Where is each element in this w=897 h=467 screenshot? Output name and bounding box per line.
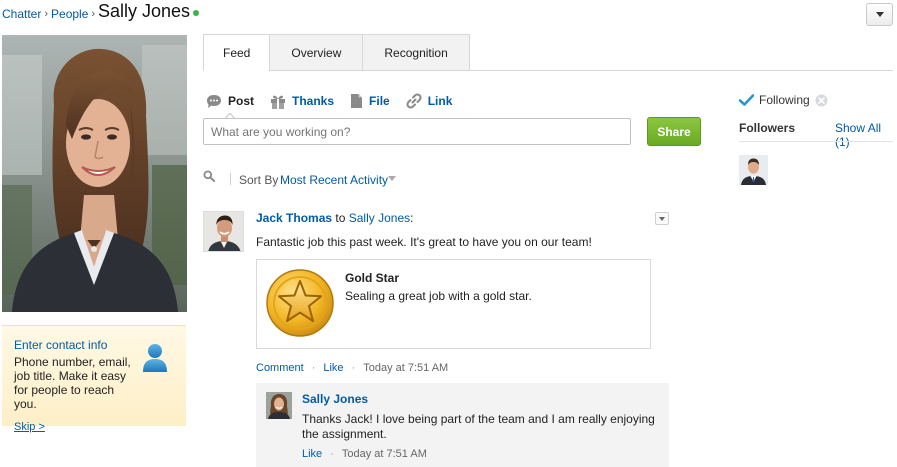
post-body: Fantastic job this past week. It's great… [256,235,592,249]
footer-separator: · [311,362,316,374]
sort-divider [230,173,231,185]
document-icon [351,94,363,108]
search-icon[interactable] [203,170,215,182]
breadcrumb-separator: › [91,8,96,20]
comment-link[interactable]: Comment [256,362,304,374]
tab-overview[interactable]: Overview [269,34,364,71]
skip-link[interactable]: Skip > [14,421,174,433]
publisher-link-label: Link [427,94,453,108]
publisher-link-action[interactable]: Link [406,93,453,109]
gold-star-medal-icon [266,269,334,337]
following-status: Following [739,93,828,107]
publisher-post-action[interactable]: Post [206,94,254,109]
contact-info-description: Phone number, email, job title. Make it … [14,355,131,411]
online-status-icon [193,10,199,16]
profile-photo[interactable] [2,35,187,312]
show-all-followers-link[interactable]: Show All (1) [835,121,897,149]
profile-menu-button[interactable] [866,3,893,26]
post-footer: Comment · Like · Today at 7:51 AM [256,362,448,374]
comment-like-link[interactable]: Like [302,448,322,460]
followers-title: Followers [739,121,796,135]
avatar-sally-jones-image [266,392,292,419]
tabs-divider [446,70,893,71]
post-author-link[interactable]: Jack Thomas [256,211,332,225]
breadcrumb-people[interactable]: People [51,7,88,21]
chevron-down-icon [875,12,884,17]
publisher-thanks-action[interactable]: Thanks [270,94,334,109]
profile-tabs: Feed Overview Recognition [203,34,470,71]
follower-avatar[interactable] [739,155,768,185]
badge-title: Gold Star [345,271,400,285]
badge-description: Sealing a great job with a gold star. [345,289,532,303]
breadcrumb-chatter[interactable]: Chatter [2,7,41,21]
post-header-colon: : [410,211,414,225]
person-icon [143,344,167,372]
checkmark-icon [739,94,754,106]
breadcrumb-separator: › [44,8,49,20]
footer-separator: · [330,448,334,460]
share-button[interactable]: Share [647,117,701,146]
badge-card: Gold Star Sealing a great job with a gol… [256,259,651,349]
chain-link-icon [406,93,422,109]
post-target-link[interactable]: Sally Jones [349,211,410,225]
comment-item: Sally Jones Thanks Jack! I love being pa… [256,383,669,467]
contact-info-prompt: Enter contact info Phone number, email, … [2,325,186,433]
post-to-word: to [335,211,346,225]
comment-author-link[interactable]: Sally Jones [302,392,368,406]
comment-text: Thanks Jack! I love being part of the te… [302,412,655,441]
unfollow-close-icon[interactable] [815,94,828,107]
follower-avatar-image [739,155,768,185]
publisher-actions: Post Thanks File Link [206,93,468,109]
publisher-input[interactable] [203,118,631,145]
post-timestamp[interactable]: Today at 7:51 AM [363,362,448,374]
tab-feed[interactable]: Feed [203,34,271,71]
sort-dropdown[interactable]: Most Recent Activity [280,173,388,187]
avatar-jack-thomas-image [204,212,243,251]
avatar[interactable] [266,392,292,419]
footer-separator: · [351,362,356,374]
followers-divider [739,141,893,142]
speech-bubble-icon [207,94,221,108]
chevron-down-icon[interactable] [388,176,396,181]
chevron-down-icon [659,216,665,221]
following-label: Following [759,93,810,107]
breadcrumb: Chatter › People › [2,6,98,22]
gift-icon [271,95,286,109]
avatar[interactable] [203,211,244,252]
tab-recognition[interactable]: Recognition [362,34,470,71]
sort-label: Sort By [239,173,279,187]
comment-footer: Like · Today at 7:51 AM [302,448,427,460]
post-header: Jack Thomas to Sally Jones: [256,211,413,225]
like-link[interactable]: Like [323,362,343,374]
publisher-post-label: Post [228,94,255,108]
profile-photo-image [2,35,187,312]
publisher-file-label: File [369,94,390,108]
comment-timestamp[interactable]: Today at 7:51 AM [342,448,427,460]
page-title: Sally Jones [98,1,191,21]
post-menu-button[interactable] [655,212,669,225]
publisher-file-action[interactable]: File [350,93,390,109]
publisher-thanks-label: Thanks [292,94,335,108]
